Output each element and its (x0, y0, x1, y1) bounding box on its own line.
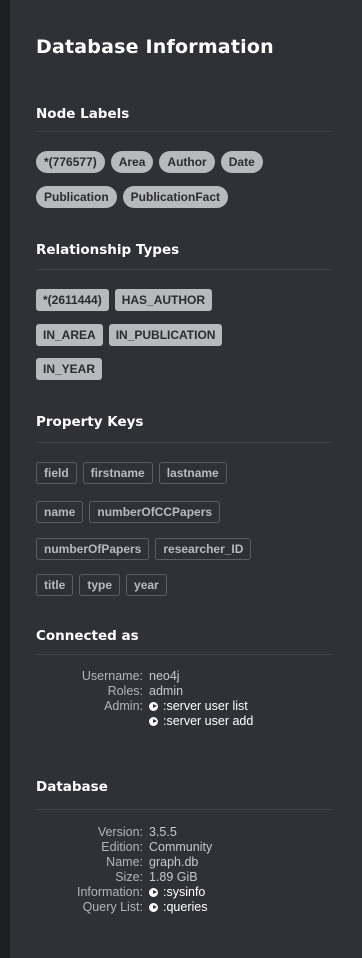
divider (36, 809, 332, 810)
property-key-chip-title[interactable]: title (36, 574, 74, 596)
panel-left-edge (0, 0, 10, 958)
size-label: Size: (115, 870, 143, 884)
name-row: Name: graph.db (36, 855, 332, 870)
admin-row-2: :server user add (36, 714, 332, 729)
property-key-chip-researcher-id[interactable]: researcher_ID (155, 538, 252, 560)
relationship-chip-has-author[interactable]: HAS_AUTHOR (114, 289, 213, 311)
property-key-chip-numberofpapers[interactable]: numberOfPapers (36, 538, 150, 560)
property-key-chip-firstname[interactable]: firstname (82, 462, 153, 484)
property-key-chip-type[interactable]: type (79, 574, 121, 596)
roles-label: Roles: (107, 684, 143, 698)
play-circle-icon (149, 903, 158, 912)
username-value: neo4j (149, 669, 180, 683)
relationship-types-row-1: *(2611444) HAS_AUTHOR (36, 289, 213, 311)
sysinfo-command[interactable]: :sysinfo (149, 885, 205, 900)
divider (36, 131, 332, 132)
property-keys-row-3: numberOfPapers researcher_ID (36, 538, 252, 560)
server-user-add-text: :server user add (163, 714, 254, 728)
sysinfo-text: :sysinfo (163, 885, 206, 899)
roles-value: admin (149, 684, 184, 698)
information-label: Information: (76, 885, 143, 899)
database-info-panel: Database Information Node Labels *(77657… (10, 0, 362, 958)
divider (36, 654, 332, 655)
relationship-chip-in-publication[interactable]: IN_PUBLICATION (108, 324, 223, 346)
name-value: graph.db (149, 855, 199, 869)
property-keys-row-2: name numberOfCCPapers (36, 501, 221, 523)
connected-as-heading: Connected as (36, 628, 139, 644)
size-value: 1.89 GiB (149, 870, 198, 884)
query-list-label: Query List: (82, 900, 143, 914)
property-key-chip-field[interactable]: field (36, 462, 77, 484)
node-label-chip-area[interactable]: Area (110, 151, 154, 173)
node-label-chip-date[interactable]: Date (220, 151, 263, 173)
size-row: Size: 1.89 GiB (36, 870, 332, 885)
relationship-chip-in-area[interactable]: IN_AREA (36, 324, 103, 346)
play-circle-icon (149, 702, 158, 711)
server-user-list-text: :server user list (163, 699, 248, 713)
version-label: Version: (97, 825, 143, 839)
node-label-chip-publication[interactable]: Publication (36, 186, 117, 208)
property-key-chip-numberofccpapers[interactable]: numberOfCCPapers (89, 501, 221, 523)
divider (36, 269, 332, 270)
queries-command[interactable]: :queries (149, 900, 207, 915)
database-details: Version: 3.5.5 Edition: Community Name: … (36, 825, 332, 915)
property-keys-row-1: field firstname lastname (36, 462, 227, 484)
node-labels-row-1: *(776577) Area Author Date (36, 151, 263, 173)
node-labels-heading: Node Labels (36, 106, 130, 122)
relationship-types-row-3: IN_YEAR (36, 358, 103, 380)
relationship-types-heading: Relationship Types (36, 242, 180, 258)
node-labels-row-2: Publication PublicationFact (36, 186, 229, 208)
edition-row: Edition: Community (36, 840, 332, 855)
property-keys-row-4: title type year (36, 574, 167, 596)
queries-text: :queries (163, 900, 208, 914)
edition-value: Community (149, 840, 213, 854)
server-user-list-command[interactable]: :server user list (149, 699, 248, 714)
query-list-row: Query List: :queries (36, 900, 332, 915)
roles-row: Roles: admin (36, 684, 332, 699)
name-label: Name: (106, 855, 143, 869)
database-heading: Database (36, 779, 108, 795)
property-key-chip-year[interactable]: year (126, 574, 167, 596)
play-circle-icon (149, 717, 158, 726)
version-row: Version: 3.5.5 (36, 825, 332, 840)
property-key-chip-lastname[interactable]: lastname (158, 462, 227, 484)
node-label-chip-publicationfact[interactable]: PublicationFact (122, 186, 229, 208)
relationship-chip-in-year[interactable]: IN_YEAR (36, 358, 103, 380)
admin-row: Admin: :server user list (36, 699, 332, 714)
connected-as-details: Username: neo4j Roles: admin Admin: :ser… (36, 669, 332, 729)
username-label: Username: (81, 669, 143, 683)
play-circle-icon (149, 888, 158, 897)
property-keys-heading: Property Keys (36, 414, 144, 430)
edition-label: Edition: (101, 840, 143, 854)
username-row: Username: neo4j (36, 669, 332, 684)
information-row: Information: :sysinfo (36, 885, 332, 900)
panel-title: Database Information (36, 36, 274, 58)
relationship-types-row-2: IN_AREA IN_PUBLICATION (36, 324, 223, 346)
node-label-chip-author[interactable]: Author (159, 151, 215, 173)
property-key-chip-name[interactable]: name (36, 501, 84, 523)
relationship-chip-all[interactable]: *(2611444) (36, 289, 109, 311)
server-user-add-command[interactable]: :server user add (149, 714, 253, 729)
admin-label: Admin: (104, 699, 143, 713)
node-label-chip-all[interactable]: *(776577) (36, 151, 105, 173)
divider (36, 442, 332, 443)
version-value: 3.5.5 (149, 825, 177, 839)
